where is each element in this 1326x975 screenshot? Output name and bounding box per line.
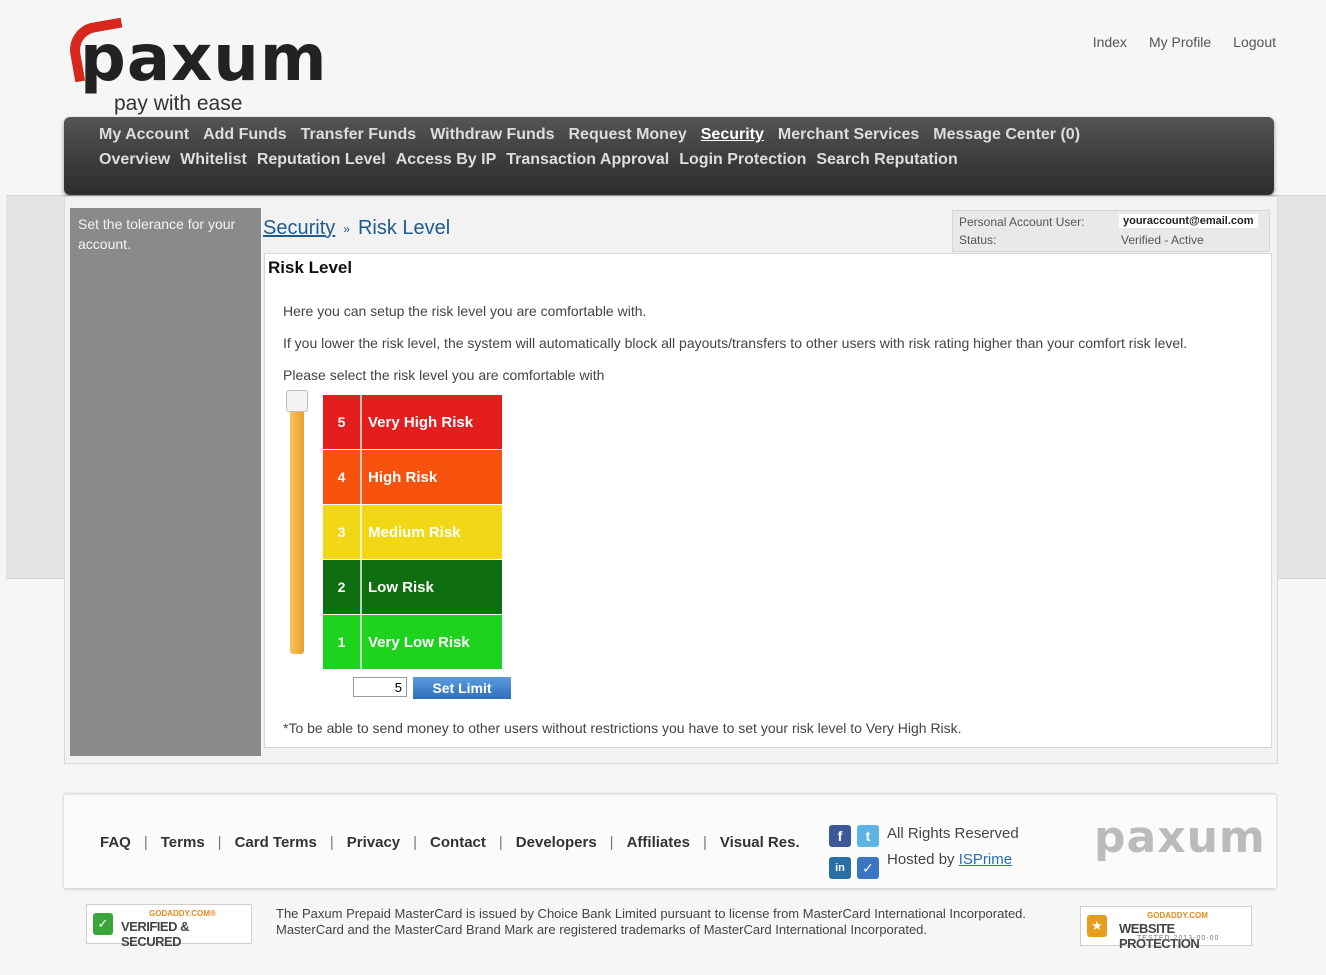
footer-divider: |	[609, 834, 614, 851]
paxum-logo[interactable]: paxum pay with ease	[65, 14, 356, 119]
my-profile-link[interactable]: My Profile	[1149, 34, 1211, 50]
legal-disclaimer: The Paxum Prepaid MasterCard is issued b…	[276, 906, 1027, 937]
breadcrumb: Security » Risk Level	[263, 217, 450, 240]
nav-security[interactable]: Security	[701, 126, 764, 144]
footer-divider: |	[217, 834, 222, 851]
footer-link-faq[interactable]: FAQ	[100, 834, 131, 851]
nav-withdraw-funds[interactable]: Withdraw Funds	[430, 126, 554, 144]
risk-level-number: 4	[323, 450, 362, 504]
logo-text: paxum	[80, 22, 328, 96]
risk-level-3[interactable]: 3 Medium Risk	[323, 505, 502, 559]
subnav-access-by-ip[interactable]: Access By IP	[396, 151, 497, 169]
footer-link-visual-res[interactable]: Visual Res.	[720, 834, 800, 851]
badge-bottom-text: TESTED 2013-00-00	[1137, 935, 1220, 942]
secondary-nav: Overview Whitelist Reputation Level Acce…	[99, 151, 958, 169]
shield-check-icon: ✓	[93, 913, 113, 935]
risk-level-2[interactable]: 2 Low Risk	[323, 560, 502, 614]
account-email: youraccount@email.com	[1119, 214, 1258, 228]
footer-divider: |	[498, 834, 503, 851]
risk-level-1[interactable]: 1 Very Low Risk	[323, 615, 502, 669]
subnav-overview[interactable]: Overview	[99, 151, 170, 169]
nav-my-account[interactable]: My Account	[99, 126, 189, 144]
risk-level-number: 2	[323, 560, 362, 614]
risk-level-number: 3	[323, 505, 362, 559]
nav-add-funds[interactable]: Add Funds	[203, 126, 287, 144]
hosted-by-line: Hosted by ISPrime	[887, 847, 1019, 873]
footer-paxum-logo[interactable]: paxum	[1094, 812, 1266, 863]
risk-slider-handle[interactable]	[286, 390, 308, 412]
breadcrumb-current: Risk Level	[357, 217, 451, 239]
content-panel: Risk Level Here you can setup the risk l…	[264, 253, 1272, 748]
risk-level-input[interactable]	[353, 677, 407, 697]
host-link[interactable]: ISPrime	[959, 851, 1012, 868]
risk-level-label: Medium Risk	[368, 523, 461, 541]
badge-top-text: GODADDY.COM®	[149, 909, 216, 918]
footer-link-card-terms[interactable]: Card Terms	[235, 834, 317, 851]
set-limit-button[interactable]: Set Limit	[413, 677, 511, 699]
subnav-reputation-level[interactable]: Reputation Level	[257, 151, 386, 169]
nav-transfer-funds[interactable]: Transfer Funds	[301, 126, 417, 144]
footer-divider: |	[329, 834, 334, 851]
godaddy-verified-badge[interactable]: ✓ GODADDY.COM® VERIFIED & SECURED	[86, 904, 252, 949]
risk-level-number: 5	[323, 395, 362, 449]
risk-level-label: Very Low Risk	[368, 633, 470, 651]
account-status-value: Verified - Active	[1121, 233, 1204, 247]
footnote-text: *To be able to send money to other users…	[283, 720, 962, 736]
risk-level-5[interactable]: 5 Very High Risk	[323, 395, 502, 449]
social-icons: f t in ✓	[829, 821, 881, 879]
nav-request-money[interactable]: Request Money	[569, 126, 687, 144]
risk-level-4[interactable]: 4 High Risk	[323, 450, 502, 504]
footer-link-affiliates[interactable]: Affiliates	[627, 834, 690, 851]
footer-link-privacy[interactable]: Privacy	[347, 834, 400, 851]
hosted-by-label: Hosted by	[887, 851, 955, 868]
breadcrumb-separator: »	[343, 221, 350, 236]
facebook-icon[interactable]: f	[829, 825, 851, 847]
nav-message-center[interactable]: Message Center (0)	[933, 126, 1080, 144]
footer-link-terms[interactable]: Terms	[161, 834, 205, 851]
top-links: Index My Profile Logout	[1093, 34, 1276, 50]
breadcrumb-security-link[interactable]: Security	[263, 217, 335, 240]
subnav-whitelist[interactable]: Whitelist	[180, 151, 247, 169]
star-shield-icon: ★	[1087, 915, 1107, 937]
footer-divider: |	[702, 834, 707, 851]
account-user-label: Personal Account User:	[959, 215, 1085, 229]
logo-tagline: pay with ease	[114, 92, 243, 115]
linkedin-icon[interactable]: in	[829, 857, 851, 879]
sidebar: Set the tolerance for your account.	[70, 208, 261, 756]
explanation-text: If you lower the risk level, the system …	[283, 335, 1188, 351]
sidebar-description: Set the tolerance for your account.	[78, 216, 236, 252]
delicious-icon[interactable]: ✓	[857, 857, 879, 879]
risk-slider-track[interactable]	[290, 399, 304, 654]
godaddy-protection-badge[interactable]: ★ GODADDY.COM WEBSITE PROTECTION TESTED …	[1080, 906, 1252, 951]
footer-divider: |	[143, 834, 148, 851]
intro-text: Here you can setup the risk level you ar…	[283, 303, 647, 319]
badge-main-text: VERIFIED & SECURED	[121, 919, 189, 949]
subnav-transaction-approval[interactable]: Transaction Approval	[506, 151, 669, 169]
footer-divider: |	[413, 834, 418, 851]
badge-top-text: GODADDY.COM	[1147, 911, 1208, 920]
account-info: Personal Account User: youraccount@email…	[952, 210, 1270, 252]
nav-merchant-services[interactable]: Merchant Services	[778, 126, 919, 144]
risk-level-number: 1	[323, 615, 362, 669]
main-navigation: My Account Add Funds Transfer Funds With…	[64, 117, 1274, 195]
logout-link[interactable]: Logout	[1233, 34, 1276, 50]
index-link[interactable]: Index	[1093, 34, 1127, 50]
risk-level-label: Very High Risk	[368, 413, 474, 431]
primary-nav: My Account Add Funds Transfer Funds With…	[99, 126, 1080, 144]
rights-reserved: All Rights Reserved	[887, 825, 1019, 842]
footer-rights: All Rights Reserved Hosted by ISPrime	[887, 821, 1019, 873]
risk-level-label: Low Risk	[368, 578, 434, 596]
footer-link-contact[interactable]: Contact	[430, 834, 486, 851]
select-prompt: Please select the risk level you are com…	[283, 367, 605, 383]
subnav-login-protection[interactable]: Login Protection	[679, 151, 806, 169]
footer-link-developers[interactable]: Developers	[516, 834, 597, 851]
risk-level-label: High Risk	[368, 468, 438, 486]
account-status-label: Status:	[959, 233, 997, 247]
footer-links: FAQ | Terms | Card Terms | Privacy | Contact…	[100, 834, 800, 851]
twitter-icon[interactable]: t	[857, 825, 879, 847]
page-title: Risk Level	[268, 258, 353, 277]
subnav-search-reputation[interactable]: Search Reputation	[816, 151, 957, 169]
